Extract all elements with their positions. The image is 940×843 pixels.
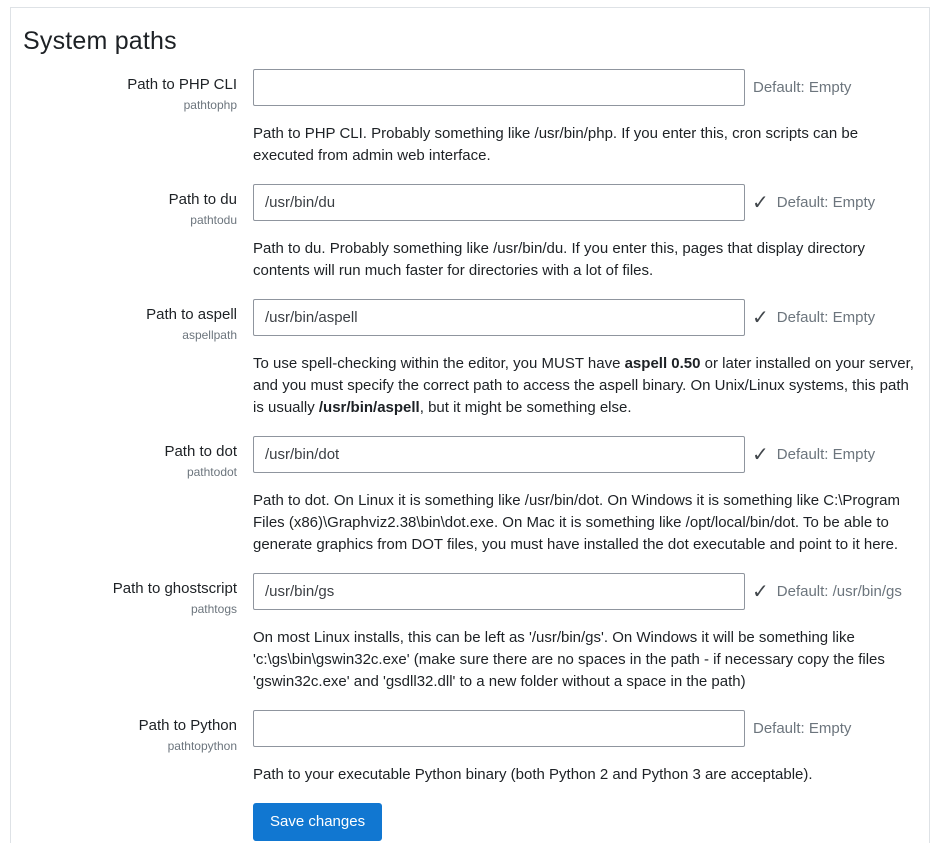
setting-description: On most Linux installs, this can be left… (253, 627, 917, 693)
setting-row-aspellpath: Path to aspell aspellpath ✓ Default: Emp… (23, 299, 917, 419)
setting-label: Path to dot (23, 442, 237, 462)
setting-shortname: pathtophp (23, 97, 237, 113)
setting-label: Path to aspell (23, 305, 237, 325)
settings-card: System paths Path to PHP CLI pathtophp D… (10, 7, 930, 843)
setting-row-pathtopython: Path to Python pathtopython Default: Emp… (23, 710, 917, 786)
pathtodot-input[interactable] (253, 436, 745, 473)
default-value-text: Default: Empty (753, 79, 851, 96)
setting-row-pathtodu: Path to du pathtodu ✓ Default: Empty Pat… (23, 184, 917, 282)
setting-label: Path to PHP CLI (23, 75, 237, 95)
description-segment: On most Linux installs, this can be left… (253, 629, 885, 690)
pathtopython-input[interactable] (253, 710, 745, 747)
setting-shortname: pathtodot (23, 464, 237, 480)
setting-input-line: Default: Empty (253, 710, 917, 747)
default-value-text: Default: /usr/bin/gs (777, 583, 902, 600)
pathtophp-input[interactable] (253, 69, 745, 106)
setting-input-line: ✓ Default: Empty (253, 184, 917, 221)
description-segment: aspell 0.50 (625, 355, 701, 372)
setting-label: Path to ghostscript (23, 579, 237, 599)
description-segment: Path to dot. On Linux it is something li… (253, 492, 900, 553)
default-value-text: Default: Empty (753, 720, 851, 737)
default-value-text: Default: Empty (777, 309, 875, 326)
description-segment: /usr/bin/aspell (319, 399, 420, 416)
description-segment: Path to PHP CLI. Probably something like… (253, 125, 858, 164)
page-title: System paths (23, 24, 917, 58)
check-icon: ✓ (752, 308, 769, 328)
setting-input-line: ✓ Default: /usr/bin/gs (253, 573, 917, 610)
default-value-text: Default: Empty (777, 446, 875, 463)
aspellpath-input[interactable] (253, 299, 745, 336)
description-segment: Path to your executable Python binary (b… (253, 766, 813, 783)
description-segment: To use spell-checking within the editor,… (253, 355, 625, 372)
pathtodu-input[interactable] (253, 184, 745, 221)
setting-row-pathtophp: Path to PHP CLI pathtophp Default: Empty… (23, 69, 917, 167)
setting-label: Path to du (23, 190, 237, 210)
setting-input-line: ✓ Default: Empty (253, 299, 917, 336)
check-icon: ✓ (752, 193, 769, 213)
setting-label: Path to Python (23, 716, 237, 736)
setting-row-pathtogs: Path to ghostscript pathtogs ✓ Default: … (23, 573, 917, 693)
setting-description: Path to PHP CLI. Probably something like… (253, 123, 917, 167)
settings-form: Path to PHP CLI pathtophp Default: Empty… (23, 69, 917, 786)
description-segment: Path to du. Probably something like /usr… (253, 240, 865, 279)
pathtogs-input[interactable] (253, 573, 745, 610)
setting-shortname: pathtogs (23, 601, 237, 617)
setting-input-line: ✓ Default: Empty (253, 436, 917, 473)
setting-description: Path to dot. On Linux it is something li… (253, 490, 917, 556)
setting-description: Path to du. Probably something like /usr… (253, 238, 917, 282)
save-changes-button[interactable]: Save changes (253, 803, 382, 841)
setting-description: Path to your executable Python binary (b… (253, 764, 917, 786)
form-actions: Save changes (23, 803, 917, 841)
setting-input-line: Default: Empty (253, 69, 917, 106)
setting-shortname: aspellpath (23, 327, 237, 343)
setting-row-pathtodot: Path to dot pathtodot ✓ Default: Empty P… (23, 436, 917, 556)
check-icon: ✓ (752, 582, 769, 602)
setting-description: To use spell-checking within the editor,… (253, 353, 917, 419)
check-icon: ✓ (752, 445, 769, 465)
default-value-text: Default: Empty (777, 194, 875, 211)
setting-shortname: pathtodu (23, 212, 237, 228)
setting-shortname: pathtopython (23, 738, 237, 754)
description-segment: , but it might be something else. (420, 399, 632, 416)
